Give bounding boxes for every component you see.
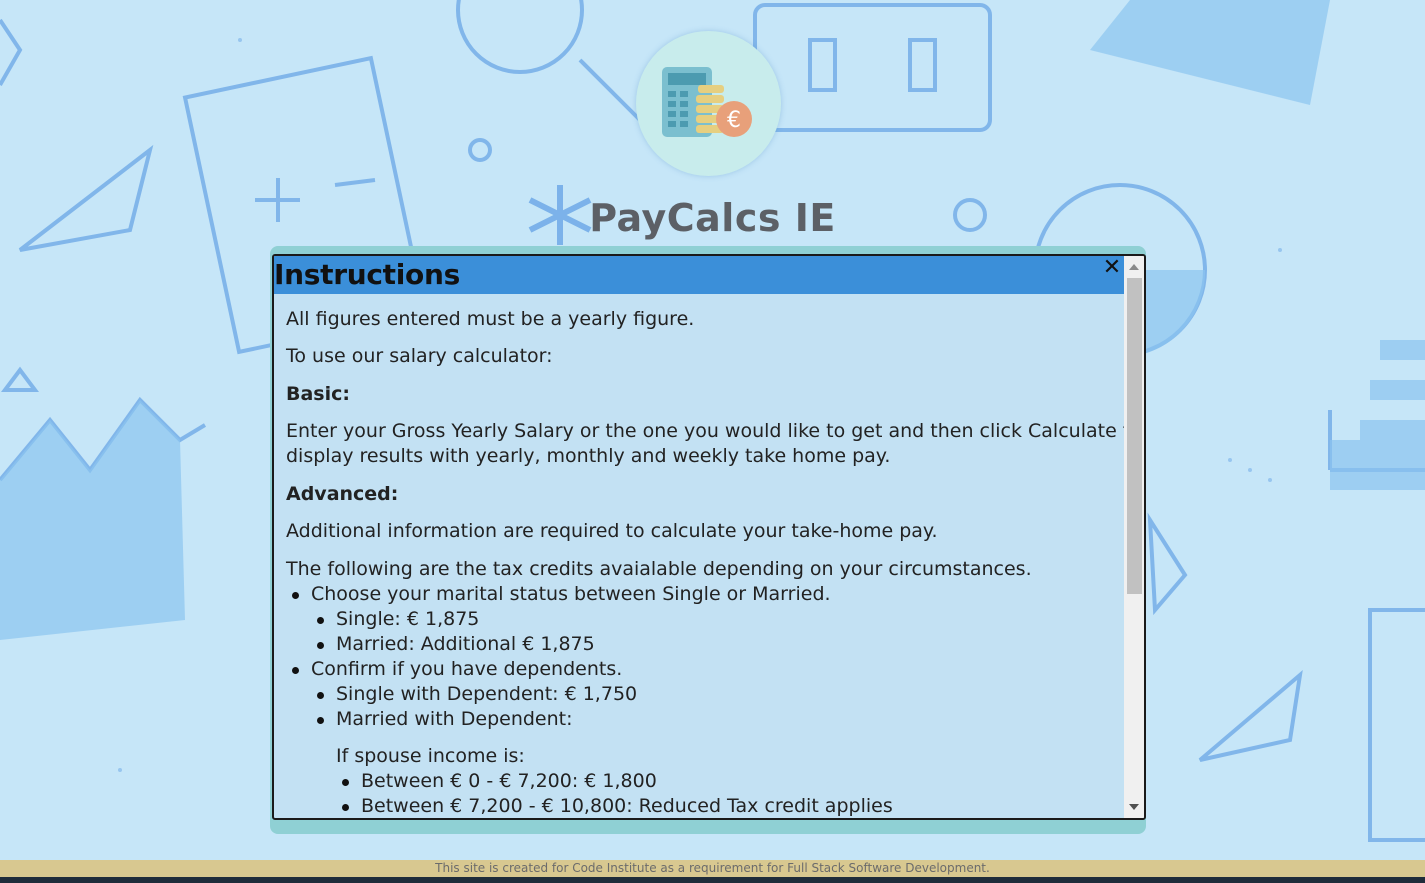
instruction-text: To use our salary calculator: [286, 345, 553, 367]
calculator-coins-euro-icon: € [662, 67, 752, 137]
list-item: Single with Dependent: € 1,750 [336, 683, 638, 705]
credits-intro: The following are the tax credits avaial… [286, 558, 1032, 580]
advanced-heading: Advanced: [286, 483, 399, 505]
bullet-icon [292, 592, 299, 599]
bullet-icon [317, 692, 324, 699]
modal-body: All figures entered must be a yearly fig… [274, 294, 1124, 818]
basic-text: display results with yearly, monthly and… [286, 445, 891, 467]
scroll-thumb[interactable] [1127, 278, 1142, 594]
list-item: Confirm if you have dependents. [311, 658, 623, 680]
spouse-income-label: If spouse income is: [336, 745, 525, 767]
site-title: PayCalcs IE [589, 196, 836, 240]
list-item: Married with Dependent: [336, 708, 573, 730]
modal-title: Instructions [274, 258, 460, 291]
list-item: Choose your marital status between Singl… [311, 583, 831, 605]
list-item: Single: € 1,875 [336, 608, 480, 630]
bullet-icon [317, 617, 324, 624]
modal-header: Instructions ✕ [274, 256, 1124, 294]
list-item: Between € 7,200 - € 10,800: Reduced Tax … [361, 795, 893, 817]
list-item: Between € 0 - € 7,200: € 1,800 [361, 770, 657, 792]
footer: This site is created for Code Institute … [0, 860, 1425, 877]
basic-text: Enter your Gross Yearly Salary or the on… [286, 420, 1124, 442]
instructions-modal: Instructions ✕ All figures entered must … [272, 254, 1146, 820]
bullet-icon [342, 779, 349, 786]
bullet-icon [317, 642, 324, 649]
svg-text:€: € [727, 108, 741, 133]
bullet-icon [342, 804, 349, 811]
scroll-up-icon[interactable] [1129, 264, 1139, 270]
logo: € [636, 31, 781, 176]
scrollbar[interactable] [1124, 256, 1144, 818]
scroll-down-icon[interactable] [1129, 804, 1139, 810]
basic-heading: Basic: [286, 383, 350, 405]
advanced-text: Additional information are required to c… [286, 520, 938, 542]
instruction-text: All figures entered must be a yearly fig… [286, 308, 695, 330]
bullet-icon [317, 717, 324, 724]
footer-bottom-bar [0, 877, 1425, 883]
list-item: Married: Additional € 1,875 [336, 633, 595, 655]
bullet-icon [292, 667, 299, 674]
close-icon[interactable]: ✕ [1102, 257, 1122, 279]
